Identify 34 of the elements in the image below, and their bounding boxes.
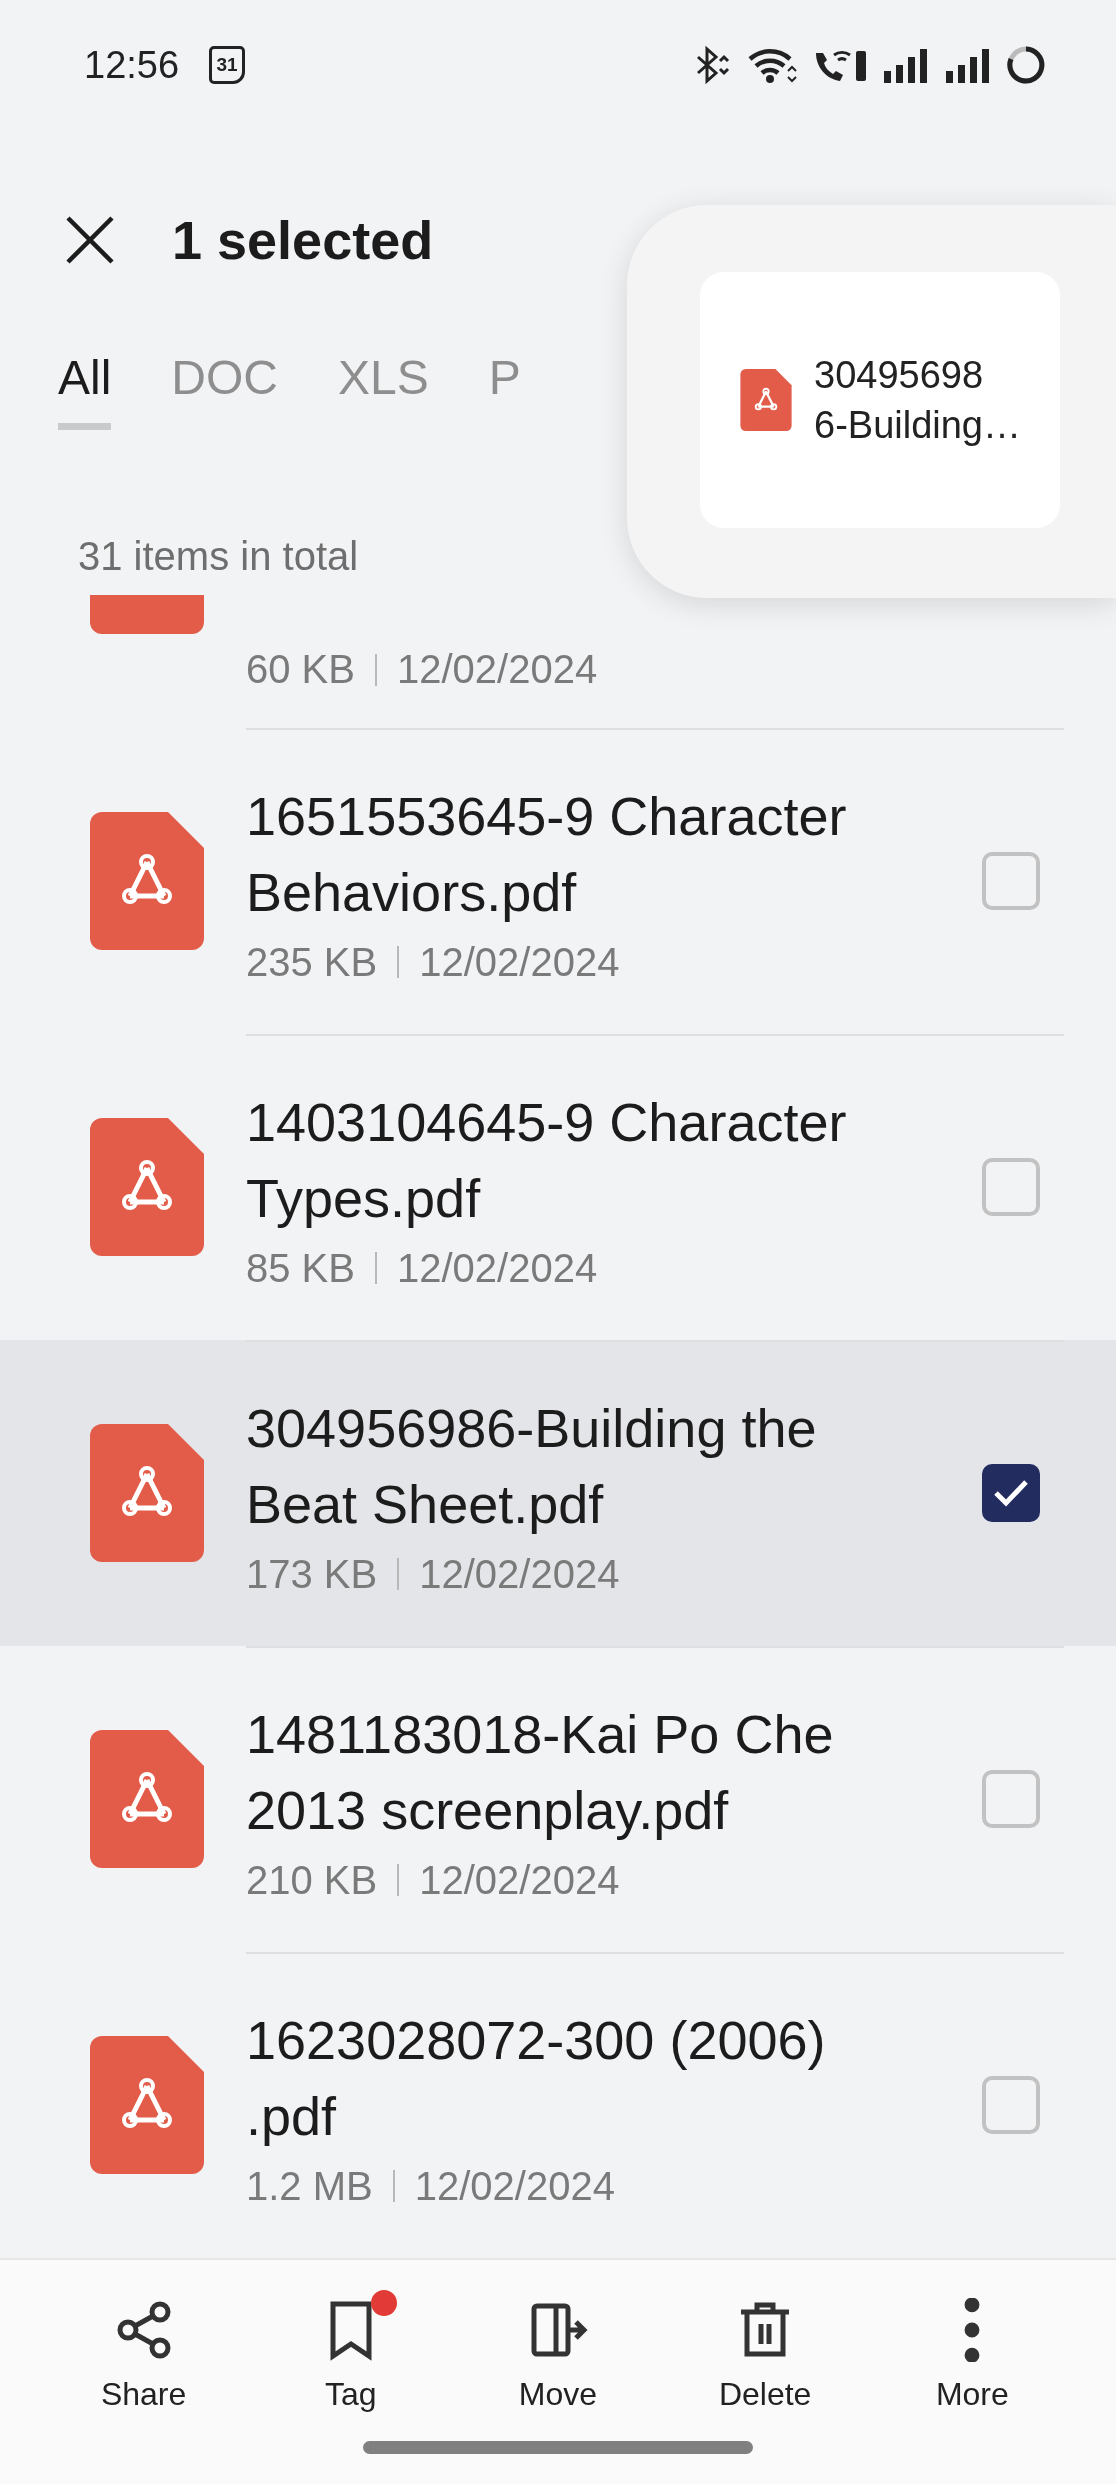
file-date: 12/02/2024 bbox=[419, 1551, 620, 1597]
file-size: 1.2 MB bbox=[246, 2163, 373, 2209]
file-date: 12/02/2024 bbox=[396, 647, 598, 692]
file-name: 1403104645-9 Character Types.pdf bbox=[246, 1090, 848, 1230]
more-icon bbox=[964, 2298, 981, 2362]
status-time: 12:56 bbox=[84, 43, 180, 87]
file-size: 235 KB bbox=[246, 939, 378, 985]
action-button[interactable]: Delete bbox=[675, 2288, 856, 2419]
action-button[interactable]: Tag bbox=[260, 2288, 441, 2419]
file-name: 1623028072-300 (2006) .pdf bbox=[246, 2008, 827, 2148]
action-button[interactable]: More bbox=[882, 2288, 1063, 2419]
checkbox[interactable] bbox=[982, 1464, 1040, 1522]
file-size: 60 KB bbox=[246, 647, 355, 692]
calendar-icon: 31 bbox=[209, 46, 246, 84]
file-date: 12/02/2024 bbox=[419, 1857, 620, 1903]
checkmark-icon bbox=[993, 1478, 1029, 1508]
action-button[interactable]: Share bbox=[53, 2288, 234, 2419]
home-indicator[interactable] bbox=[363, 2441, 753, 2454]
file-date: 12/02/2024 bbox=[396, 1245, 598, 1291]
file-date: 12/02/2024 bbox=[414, 2163, 615, 2209]
file-size: 85 KB bbox=[246, 1245, 355, 1291]
file-name: 1651553645-9 Character Behaviors.pdf bbox=[246, 784, 848, 924]
battery-icon bbox=[1006, 45, 1046, 85]
close-icon[interactable] bbox=[64, 214, 116, 266]
file-size: 210 KB bbox=[246, 1857, 378, 1903]
file-name: 30495698 6-Building… bbox=[814, 353, 1021, 448]
item-count: 31 items in total bbox=[77, 533, 360, 580]
filter-tab[interactable]: All bbox=[58, 350, 112, 430]
selection-title: 1 selected bbox=[172, 209, 434, 271]
file-name: 1481183018-Kai Po Che 2013 screenplay.pdf bbox=[246, 1702, 835, 1842]
file-name: 304956986-Building the Beat Sheet.pdf bbox=[246, 1396, 818, 1536]
file-date: 12/02/2024 bbox=[419, 939, 620, 985]
file-size: 173 KB bbox=[246, 1551, 378, 1597]
action-button[interactable]: Move bbox=[467, 2288, 648, 2419]
